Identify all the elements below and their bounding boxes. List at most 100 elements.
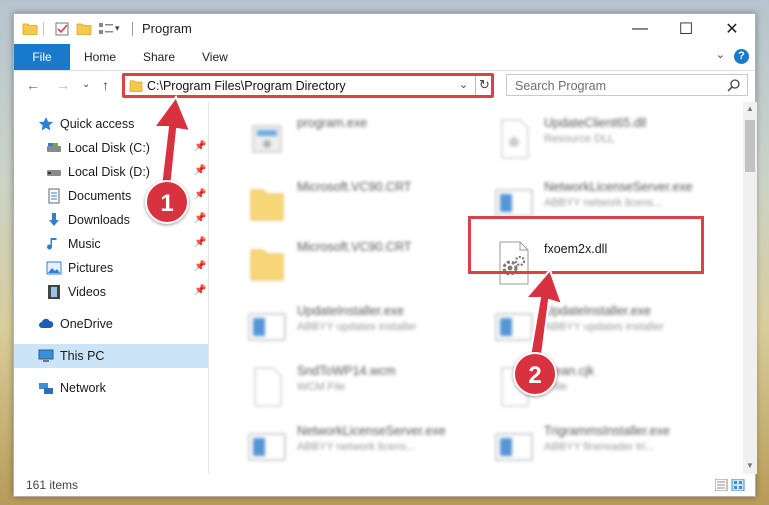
file-name: SndToWP14.wcm bbox=[297, 364, 396, 378]
exe-icon bbox=[252, 125, 282, 153]
pin-icon[interactable]: 📌 bbox=[194, 285, 206, 296]
search-icon[interactable] bbox=[727, 78, 741, 92]
recent-locations-icon[interactable]: ⌄ bbox=[82, 79, 90, 90]
file-name: Microsoft.VC90.CRT bbox=[297, 180, 412, 194]
divider bbox=[132, 22, 133, 36]
app-icon bbox=[248, 313, 286, 341]
annotation-badge-2: 2 bbox=[513, 352, 557, 396]
app-icon bbox=[248, 433, 286, 461]
downloads-icon bbox=[49, 213, 59, 226]
file-name: TrigrammsInstaller.exe bbox=[544, 424, 670, 438]
documents-icon bbox=[48, 188, 60, 204]
sidebar-item-label: Documents bbox=[68, 189, 132, 203]
status-bar: 161 items bbox=[14, 474, 755, 496]
folder-icon bbox=[250, 189, 284, 221]
list-item[interactable]: UpdateInstaller.exe ABBYY updates instal… bbox=[237, 300, 477, 356]
new-folder-icon[interactable] bbox=[76, 21, 92, 37]
list-item[interactable]: NetworkLicenseServer.exe ABBYY network l… bbox=[237, 420, 477, 474]
tab-file[interactable]: File bbox=[14, 44, 70, 70]
tab-share[interactable]: Share bbox=[143, 44, 175, 70]
list-item[interactable]: Microsoft.VC90.CRT bbox=[237, 236, 477, 292]
sidebar-item-videos[interactable]: Videos 📌 bbox=[14, 280, 208, 304]
scroll-up-icon[interactable]: ▲ bbox=[743, 104, 757, 113]
ribbon-tabs: File Home Share View ⌄ ? bbox=[14, 44, 755, 71]
drive-icon bbox=[47, 170, 61, 176]
chevron-down-icon[interactable]: ⌄ bbox=[459, 78, 468, 91]
sidebar-item-label: Local Disk (C:) bbox=[68, 141, 150, 155]
music-icon bbox=[47, 238, 57, 250]
star-icon bbox=[38, 117, 54, 131]
forward-arrow-icon[interactable]: → bbox=[56, 77, 70, 93]
videos-icon bbox=[48, 285, 60, 299]
list-item[interactable]: SndToWP14.wcm WCM File bbox=[237, 360, 477, 416]
app-icon bbox=[495, 433, 533, 461]
sidebar-item-label: Music bbox=[68, 237, 101, 251]
view-options-icon[interactable] bbox=[98, 21, 114, 37]
file-name: UpdateClient65.dll bbox=[544, 116, 647, 130]
cloud-icon bbox=[39, 318, 54, 328]
expand-ribbon-icon[interactable]: ⌄ bbox=[716, 48, 725, 61]
sidebar-item-this-pc[interactable]: This PC bbox=[14, 344, 208, 368]
address-path: C:\Program Files\Program Directory bbox=[147, 79, 346, 93]
vertical-scrollbar[interactable]: ▲ ▼ bbox=[743, 102, 757, 474]
sidebar-item-label: Quick access bbox=[60, 117, 135, 131]
sidebar-item-network[interactable]: Network bbox=[14, 376, 208, 400]
list-item[interactable]: UpdateClient65.dll Resource DLL bbox=[484, 112, 724, 168]
scroll-thumb[interactable] bbox=[745, 120, 755, 172]
file-type: Resource DLL bbox=[544, 133, 615, 145]
network-icon bbox=[39, 383, 53, 394]
folder-icon bbox=[129, 80, 143, 92]
navigation-bar: ← → ⌄ ↑ C:\Program Files\Program Directo… bbox=[14, 71, 755, 101]
folder-icon bbox=[22, 23, 38, 35]
maximize-button[interactable]: ☐ bbox=[663, 14, 709, 44]
sidebar-item-label: OneDrive bbox=[60, 317, 113, 331]
sidebar-item-label: Videos bbox=[68, 285, 106, 299]
sidebar-item-label: Downloads bbox=[68, 213, 130, 227]
annotation-highlight-box bbox=[468, 216, 704, 274]
tab-home[interactable]: Home bbox=[84, 44, 116, 70]
pin-icon[interactable]: 📌 bbox=[194, 261, 206, 272]
drive-icon bbox=[47, 143, 61, 152]
computer-icon bbox=[38, 349, 54, 362]
file-list: program.exe UpdateClient65.dll Resource … bbox=[209, 102, 743, 474]
sidebar-item-label: This PC bbox=[60, 349, 105, 363]
list-item[interactable]: Microsoft.VC90.CRT bbox=[237, 176, 477, 232]
sidebar-item-label: Pictures bbox=[68, 261, 114, 275]
sidebar-item-onedrive[interactable]: OneDrive bbox=[14, 312, 208, 336]
pictures-icon bbox=[46, 261, 62, 275]
file-type: ABBYY network licens... bbox=[297, 441, 416, 453]
annotation-badge-1: 1 bbox=[145, 180, 189, 224]
title-bar: ▾ Program — ☐ ✕ bbox=[14, 14, 755, 44]
file-type: ABBYY network licens... bbox=[544, 197, 663, 209]
pin-icon[interactable]: 📌 bbox=[194, 237, 206, 248]
up-arrow-icon[interactable]: ↑ bbox=[102, 77, 109, 93]
view-toggle-icon[interactable] bbox=[715, 479, 745, 491]
properties-icon[interactable] bbox=[54, 21, 70, 37]
help-icon[interactable]: ? bbox=[734, 49, 749, 64]
dll-icon bbox=[501, 119, 529, 159]
divider bbox=[475, 76, 476, 95]
scroll-down-icon[interactable]: ▼ bbox=[743, 461, 757, 470]
sidebar-item-pictures[interactable]: Pictures 📌 bbox=[14, 256, 208, 280]
list-item[interactable]: program.exe bbox=[237, 112, 477, 168]
item-count: 161 items bbox=[26, 478, 79, 492]
pin-icon[interactable]: 📌 bbox=[194, 213, 206, 224]
refresh-icon[interactable]: ↻ bbox=[479, 77, 490, 93]
search-box[interactable]: Search Program bbox=[506, 74, 748, 96]
file-name: Microsoft.VC90.CRT bbox=[297, 240, 412, 254]
file-type: WCM File bbox=[297, 381, 346, 393]
file-name: UpdateInstaller.exe bbox=[297, 304, 405, 318]
file-type: ABBYY updates installer bbox=[297, 321, 417, 333]
back-arrow-icon[interactable]: ← bbox=[26, 77, 40, 93]
customize-quick-access-icon[interactable]: ▾ bbox=[115, 23, 120, 34]
list-item[interactable]: TrigrammsInstaller.exe ABBYY finereader … bbox=[484, 420, 724, 474]
sidebar-item-music[interactable]: Music 📌 bbox=[14, 232, 208, 256]
file-icon bbox=[254, 367, 282, 407]
divider bbox=[43, 22, 44, 36]
file-name: NetworkLicenseServer.exe bbox=[544, 180, 693, 194]
folder-icon bbox=[250, 249, 284, 281]
minimize-button[interactable]: — bbox=[617, 14, 663, 44]
tab-view[interactable]: View bbox=[202, 44, 228, 70]
close-button[interactable]: ✕ bbox=[709, 14, 755, 44]
search-input[interactable]: Search Program bbox=[515, 79, 606, 93]
